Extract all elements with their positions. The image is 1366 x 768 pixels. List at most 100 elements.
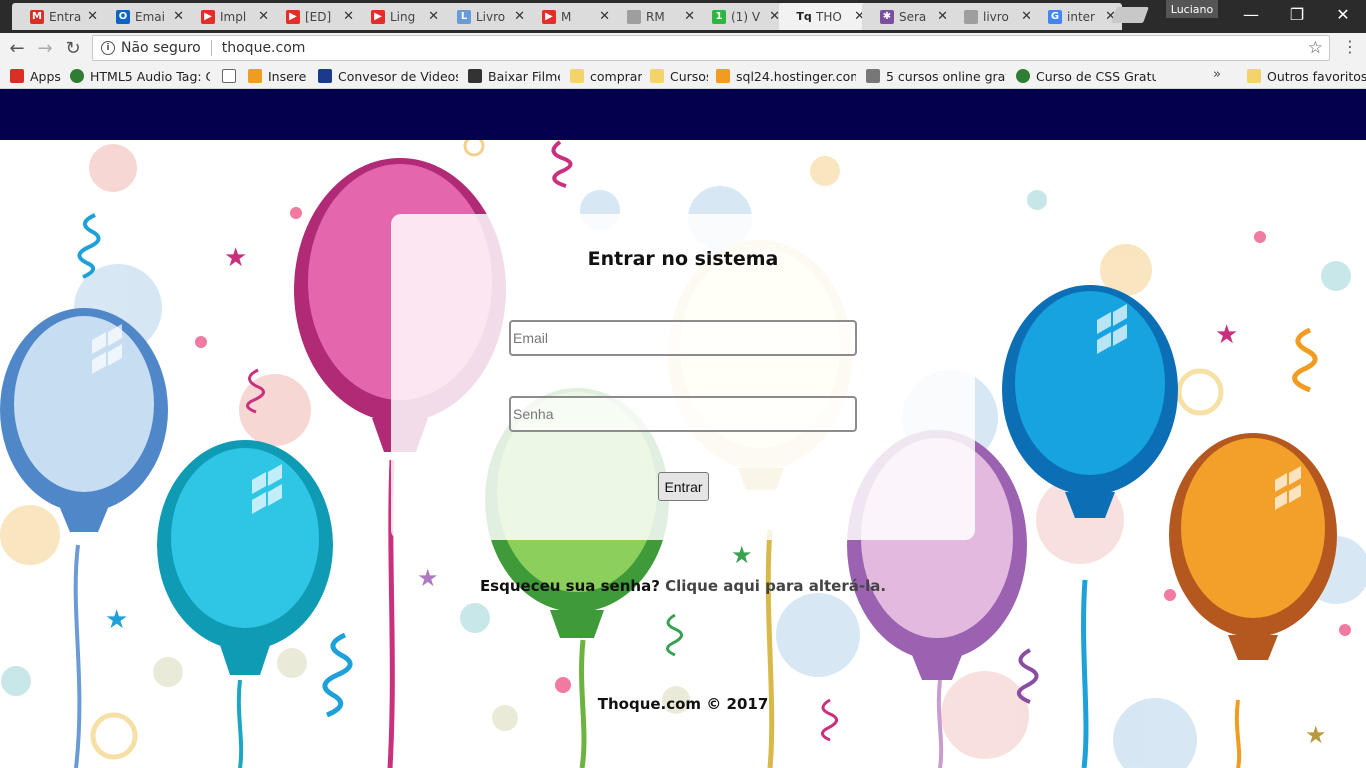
apps-icon: [10, 69, 24, 83]
bookmark-item[interactable]: Insere: [248, 67, 308, 85]
reset-password-link[interactable]: Clique aqui para alterá-la.: [665, 577, 886, 595]
bookmark-label: sql24.hostinger.com.b: [736, 68, 856, 84]
browser-tab[interactable]: L Livro ✕: [439, 3, 531, 30]
browser-tab[interactable]: ▶ M ✕: [524, 3, 616, 30]
password-input[interactable]: [509, 396, 857, 432]
outlook-icon: O: [116, 9, 130, 24]
gmail-icon: M: [30, 9, 44, 24]
folder-icon: [650, 69, 664, 83]
bookmark-item[interactable]: Apps: [10, 67, 62, 85]
forgot-password-prefix: Esqueceu sua senha?: [479, 577, 660, 595]
site-header-band: [0, 89, 1366, 140]
page-icon: [964, 9, 978, 24]
youtube-icon: ▶: [542, 9, 556, 24]
tab-title: livro: [983, 9, 1009, 24]
bookmark-item[interactable]: Curso de CSS Gratuito: [1016, 67, 1156, 85]
security-label: Não seguro: [121, 40, 201, 56]
kebab-menu-icon[interactable]: ⋮: [1342, 37, 1358, 56]
browser-tab[interactable]: ✱ Sera ✕: [862, 3, 954, 30]
bookmark-label: Curso de CSS Gratuito: [1036, 68, 1156, 84]
bookmark-star-icon[interactable]: ☆: [1308, 38, 1323, 58]
yt-mp3-icon: [318, 69, 332, 83]
folder-icon: [1247, 69, 1261, 83]
monitor-icon: [866, 69, 880, 83]
globe-icon: [70, 69, 84, 83]
browser-tab[interactable]: Tq THO ✕: [779, 3, 871, 30]
whatsapp-icon: 1: [712, 9, 726, 24]
tab-title: THO: [816, 9, 842, 24]
tab-title: Entra: [49, 9, 82, 24]
bookmark-label: HTML5 Audio Tag: Cri: [90, 68, 210, 84]
forgot-password-text: Esqueceu sua senha? Clique aqui para alt…: [391, 577, 975, 595]
address-bar[interactable]: i Não seguro thoque.com ☆: [92, 35, 1330, 61]
browser-tab[interactable]: 1 (1) V ✕: [694, 3, 786, 30]
tab-title: (1) V: [731, 9, 761, 24]
tab-title: M: [561, 9, 572, 24]
page-icon: [222, 69, 236, 83]
tab-title: Impl: [220, 9, 247, 24]
book-icon: L: [457, 9, 471, 24]
close-window-icon[interactable]: ✕: [1320, 0, 1366, 28]
info-icon[interactable]: i: [101, 41, 115, 55]
page-viewport: ★ ★ ★ ★ ★ ★ Entrar no sistema Email Entr…: [0, 89, 1366, 768]
tab-title: Ling: [390, 9, 416, 24]
svg-text:★: ★: [731, 541, 753, 569]
footer-copyright: Thoque.com © 2017: [597, 695, 769, 713]
svg-text:★: ★: [105, 605, 128, 635]
tab-title: Sera: [899, 9, 927, 24]
bookmark-item[interactable]: Convesor de Videos d: [318, 67, 458, 85]
browser-tab[interactable]: ▶ Ling ✕: [353, 3, 445, 30]
tab-title: inter: [1067, 9, 1095, 24]
bookmark-item[interactable]: HTML5 Audio Tag: Cri: [70, 67, 210, 85]
profile-button[interactable]: Luciano: [1166, 0, 1218, 18]
bookmark-label: Apps: [30, 68, 61, 84]
bookmark-item[interactable]: comprar: [570, 67, 642, 85]
restore-icon[interactable]: ❐: [1274, 0, 1320, 28]
tab-title: RM: [646, 9, 665, 24]
bookmark-label: Cursos: [670, 68, 708, 84]
more-bookmarks-chevron-icon[interactable]: »: [1213, 67, 1221, 82]
youtube-icon: ▶: [286, 9, 300, 24]
page-icon: [627, 9, 641, 24]
bookmark-item[interactable]: 5 cursos online gratui: [866, 67, 1006, 85]
youtube-icon: ▶: [371, 9, 385, 24]
browser-tab[interactable]: Ginter ✕: [1030, 3, 1122, 30]
globe-icon: [1016, 69, 1030, 83]
browser-tab[interactable]: ▶ Impl ✕: [183, 3, 275, 30]
browser-tab[interactable]: ▶ [ED] ✕: [268, 3, 360, 30]
forward-icon[interactable]: →: [34, 37, 56, 59]
tab-title: Livro: [476, 9, 506, 24]
omnibox-divider: [210, 40, 212, 56]
bookmark-label: Insere: [268, 68, 307, 84]
tab-title: Emai: [135, 9, 165, 24]
tab-close-icon[interactable]: ✕: [87, 9, 98, 24]
browser-tab[interactable]: livro ✕: [946, 3, 1038, 30]
tab-strip: M Entra ✕ O Emai ✕ ▶ Impl ✕ ▶ [ED] ✕ ▶ Ling ✕ L Livro ✕ ▶ M…: [0, 0, 1366, 33]
browser-tab[interactable]: RM ✕: [609, 3, 701, 30]
email-input[interactable]: [509, 320, 857, 356]
bookmark-item[interactable]: Baixar Filmes: [468, 67, 560, 85]
new-tab-button[interactable]: [1111, 7, 1149, 23]
url-text[interactable]: thoque.com: [222, 40, 306, 56]
tab-close-icon[interactable]: ✕: [428, 9, 439, 24]
bookmark-label: Baixar Filmes: [488, 68, 560, 84]
browser-toolbar: ← → ↻ i Não seguro thoque.com ☆ ⋮: [0, 33, 1366, 63]
clapper-icon: [468, 69, 482, 83]
tab-title: [ED]: [305, 9, 332, 24]
google-icon: G: [1048, 9, 1062, 24]
youtube-icon: ▶: [201, 9, 215, 24]
back-icon[interactable]: ←: [6, 37, 28, 59]
bookmark-item[interactable]: [222, 67, 240, 85]
minimize-icon[interactable]: —: [1228, 0, 1274, 28]
svg-text:★: ★: [1215, 320, 1238, 350]
bookmark-item[interactable]: sql24.hostinger.com.b: [716, 67, 856, 85]
browser-tab[interactable]: M Entra ✕: [12, 3, 104, 30]
bookmark-other-favorites[interactable]: Outros favoritos: [1247, 67, 1366, 85]
svg-text:★: ★: [224, 243, 247, 273]
browser-tab[interactable]: O Emai ✕: [98, 3, 190, 30]
reload-icon[interactable]: ↻: [62, 37, 84, 59]
login-title: Entrar no sistema: [587, 248, 779, 270]
login-submit-button[interactable]: Entrar: [658, 472, 709, 501]
folder-icon: [570, 69, 584, 83]
bookmark-item[interactable]: Cursos: [650, 67, 708, 85]
